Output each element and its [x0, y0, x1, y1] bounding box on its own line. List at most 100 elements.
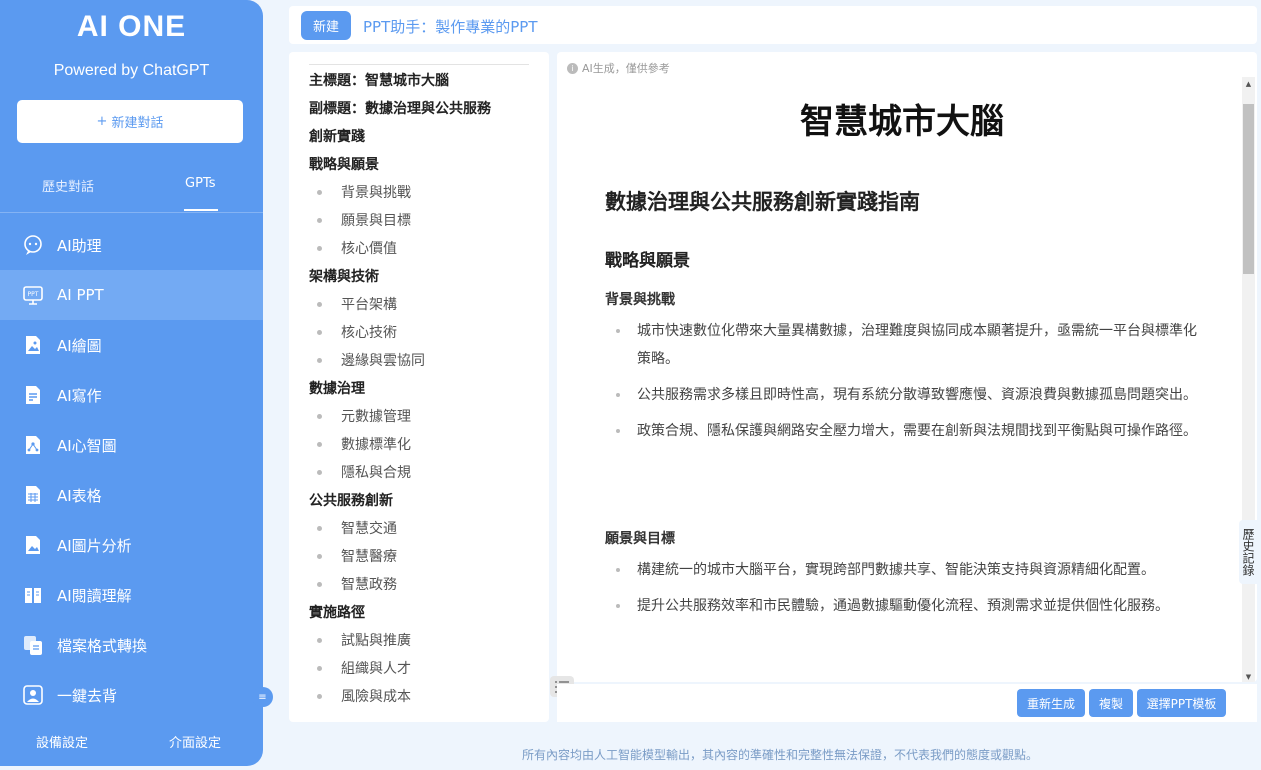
outline-item: 核心價值 — [289, 234, 549, 262]
scroll-up-icon[interactable]: ▲ — [1242, 77, 1255, 91]
new-chat-button[interactable]: + 新建對話 — [17, 100, 243, 143]
bullet-icon — [317, 413, 322, 419]
scroll-down-icon[interactable]: ▼ — [1242, 672, 1255, 682]
outline-label: 核心價值 — [341, 241, 397, 257]
sidebar-item-file-convert[interactable]: 檔案格式轉換 — [0, 620, 263, 670]
file-convert-icon — [21, 633, 45, 657]
sidebar-item-ai-mindmap[interactable]: AI心智圖 — [0, 420, 263, 470]
plus-icon: + — [96, 114, 108, 129]
ui-settings-link[interactable]: 介面設定 — [169, 732, 221, 751]
sidebar-item-label: AI圖片分析 — [57, 536, 132, 555]
outline-heading: 實施路徑 — [289, 598, 549, 626]
outline-label: 數據標準化 — [341, 437, 411, 453]
subsection-heading: 背景與挑戰 — [605, 292, 675, 308]
bullet-icon — [317, 693, 322, 699]
bullet-list: 構建統一的城市大腦平台，實現跨部門數據共享、智能決策支持與資源精細化配置。 提升… — [613, 556, 1203, 628]
divider — [0, 212, 263, 213]
bullet-icon — [317, 637, 322, 643]
preview-panel: i AI生成，僅供參考 智慧城市大腦 數據治理與公共服務創新實踐指南 戰略與願景… — [557, 52, 1257, 682]
collapse-sidebar-icon[interactable]: ≡ — [252, 687, 273, 707]
outline-item: 數據標準化 — [289, 430, 549, 458]
outline-item: 智慧交通 — [289, 514, 549, 542]
outline-item: 智慧政務 — [289, 570, 549, 598]
outline-label: 創新實踐 — [309, 129, 365, 145]
bullet-icon — [317, 357, 322, 363]
outline-item: 邊緣與雲協同 — [289, 346, 549, 374]
sidebar-item-label: AI寫作 — [57, 386, 102, 405]
outline-label: 隱私與合規 — [341, 465, 411, 481]
ai-note: i AI生成，僅供參考 — [567, 60, 670, 76]
copy-button[interactable]: 複製 — [1089, 689, 1133, 717]
subsection-heading: 願景與目標 — [605, 531, 675, 547]
outline-label: 戰略與願景 — [309, 157, 379, 173]
sidebar-item-ai-ppt[interactable]: PPT AI PPT — [0, 270, 263, 320]
outline-label: 副標題：數據治理與公共服務 — [309, 101, 491, 117]
outline-item: 背景與挑戰 — [289, 178, 549, 206]
outline-label: 架構與技術 — [309, 269, 379, 285]
outline-label: 數據治理 — [309, 381, 365, 397]
action-bar: 重新生成 複製 選擇PPT模板 — [557, 684, 1257, 722]
history-records-tab[interactable]: 歷史記錄 — [1239, 520, 1258, 584]
outline-label: 智慧醫療 — [341, 549, 397, 565]
divider — [309, 64, 529, 65]
image-analysis-icon — [21, 533, 45, 557]
bullet-icon — [317, 217, 322, 223]
outline-label: 試點與推廣 — [341, 633, 411, 649]
sidebar-item-ai-table[interactable]: AI表格 — [0, 470, 263, 520]
outline-label: 願景與目標 — [341, 213, 411, 229]
section-heading: 戰略與願景 — [605, 251, 690, 271]
outline-item: 隱私與合規 — [289, 458, 549, 486]
sidebar: AI ONE Powered by ChatGPT + 新建對話 歷史對話 GP… — [0, 0, 263, 766]
outline-label: 實施路徑 — [309, 605, 365, 621]
reading-icon — [21, 583, 45, 607]
mindmap-icon — [21, 433, 45, 457]
writing-icon — [21, 383, 45, 407]
scroll-thumb[interactable] — [1243, 104, 1254, 274]
outline-item: 試點與推廣 — [289, 626, 549, 654]
outline-item: 組織與人才 — [289, 654, 549, 682]
sidebar-item-label: AI助理 — [57, 236, 102, 255]
sidebar-nav: AI助理 PPT AI PPT AI繪圖 AI寫作 AI心智圖 AI表格 AI圖… — [0, 220, 263, 720]
ppt-icon: PPT — [21, 283, 45, 307]
sidebar-item-ai-image-analysis[interactable]: AI圖片分析 — [0, 520, 263, 570]
sidebar-item-label: 檔案格式轉換 — [57, 636, 148, 655]
bullet-list: 城市快速數位化帶來大量異構數據，治理難度與協同成本顯著提升，亟需統一平台與標準化… — [613, 317, 1203, 453]
sidebar-item-label: 一鍵去背 — [57, 686, 118, 705]
device-settings-link[interactable]: 設備設定 — [36, 732, 88, 751]
list-item: 公共服務需求多樣且即時性高，現有系統分散導致響應慢、資源浪費與數據孤島問題突出。 — [613, 381, 1203, 409]
scrollbar[interactable]: ▲ ▼ — [1242, 77, 1255, 682]
document-subtitle: 數據治理與公共服務創新實踐指南 — [605, 190, 920, 214]
sidebar-item-remove-bg[interactable]: 一鍵去背 — [0, 670, 263, 720]
sidebar-item-label: AI心智圖 — [57, 436, 117, 455]
outline-heading: 副標題：數據治理與公共服務 — [289, 94, 549, 122]
sidebar-item-ai-writing[interactable]: AI寫作 — [0, 370, 263, 420]
outline-label: 智慧政務 — [341, 577, 397, 593]
sidebar-tabs: 歷史對話 GPTs — [0, 176, 263, 212]
outline-item: 元數據管理 — [289, 402, 549, 430]
outline-panel: 主標題：智慧城市大腦 副標題：數據治理與公共服務 創新實踐 戰略與願景 背景與挑戰 願景與… — [289, 52, 549, 722]
sidebar-item-label: AI閱讀理解 — [57, 586, 132, 605]
bullet-icon — [317, 189, 322, 195]
bullet-icon — [317, 301, 322, 307]
bullet-icon — [317, 581, 322, 587]
sidebar-item-ai-drawing[interactable]: AI繪圖 — [0, 320, 263, 370]
remove-bg-icon — [21, 683, 45, 707]
sidebar-item-ai-reading[interactable]: AI閱讀理解 — [0, 570, 263, 620]
list-item: 城市快速數位化帶來大量異構數據，治理難度與協同成本顯著提升，亟需統一平台與標準化… — [613, 317, 1203, 373]
regenerate-button[interactable]: 重新生成 — [1017, 689, 1085, 717]
table-icon — [21, 483, 45, 507]
app-subtitle: Powered by ChatGPT — [53, 62, 210, 79]
assistant-icon — [21, 233, 45, 257]
bullet-icon — [317, 441, 322, 447]
bullet-icon — [317, 469, 322, 475]
new-button[interactable]: 新建 — [301, 11, 351, 40]
list-item: 提升公共服務效率和市民體驗，通過數據驅動優化流程、預測需求並提供個性化服務。 — [613, 592, 1203, 620]
sidebar-item-ai-assistant[interactable]: AI助理 — [0, 220, 263, 270]
tab-gpts[interactable]: GPTs — [185, 176, 215, 191]
bullet-icon — [317, 245, 322, 251]
tab-history[interactable]: 歷史對話 — [42, 176, 94, 195]
choose-template-button[interactable]: 選擇PPT模板 — [1137, 689, 1226, 717]
list-item: 政策合規、隱私保護與網路安全壓力增大，需要在創新與法規間找到平衡點與可操作路徑。 — [613, 417, 1203, 445]
list-item: 構建統一的城市大腦平台，實現跨部門數據共享、智能決策支持與資源精細化配置。 — [613, 556, 1203, 584]
outline-item: 平台架構 — [289, 290, 549, 318]
